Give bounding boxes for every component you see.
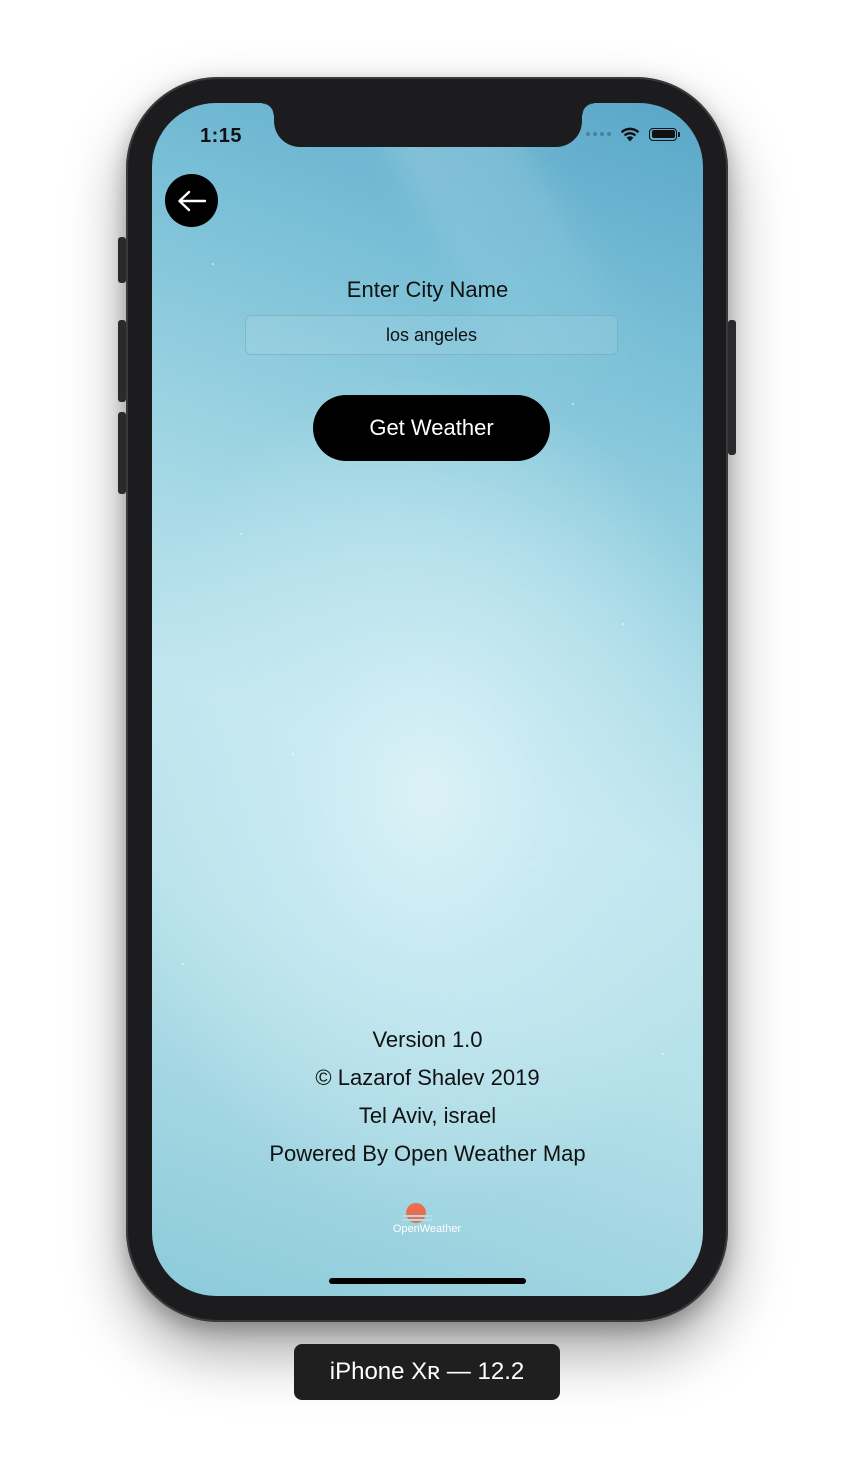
star-dot — [240, 533, 242, 535]
star-dot — [622, 623, 624, 625]
cellular-signal-icon — [586, 132, 611, 136]
openweather-logo-text: OpenWeather — [392, 1223, 462, 1235]
battery-icon — [649, 127, 680, 141]
star-dot — [572, 403, 574, 405]
sky-background-streak — [370, 103, 654, 429]
cloud-lines-icon — [402, 1215, 432, 1223]
volume-down-button — [118, 412, 126, 494]
city-name-label: Enter City Name — [346, 277, 509, 302]
status-time: 1:15 — [200, 125, 243, 147]
simulator-stage: 1:15 Enter City Name Get Weather Version… — [0, 0, 854, 1472]
device-notch — [262, 103, 594, 147]
star-dot — [292, 753, 294, 755]
location-text: Tel Aviv, israel — [358, 1103, 497, 1128]
star-dot — [182, 963, 184, 965]
back-button[interactable] — [165, 174, 218, 227]
simulator-device-label: iPhone Xʀ — 12.2 — [294, 1344, 560, 1400]
app-screen: 1:15 Enter City Name Get Weather Version… — [152, 103, 703, 1296]
version-text: Version 1.0 — [372, 1027, 483, 1052]
home-indicator[interactable] — [329, 1278, 526, 1284]
star-dot — [212, 263, 214, 265]
powered-by-text: Powered By Open Weather Map — [269, 1141, 586, 1166]
silent-switch — [118, 237, 126, 283]
app-footer: Version 1.0 © Lazarof Shalev 2019 Tel Av… — [152, 1021, 703, 1173]
copyright-text: © Lazarof Shalev 2019 — [315, 1065, 540, 1090]
power-button — [728, 320, 736, 455]
star-dot — [532, 863, 534, 865]
wifi-icon — [620, 127, 640, 142]
arrow-left-icon — [177, 190, 206, 211]
status-indicators — [586, 126, 680, 142]
volume-up-button — [118, 320, 126, 402]
get-weather-button[interactable]: Get Weather — [313, 395, 550, 461]
openweather-logo: OpenWeather — [388, 1203, 468, 1239]
city-name-input[interactable] — [245, 315, 618, 355]
